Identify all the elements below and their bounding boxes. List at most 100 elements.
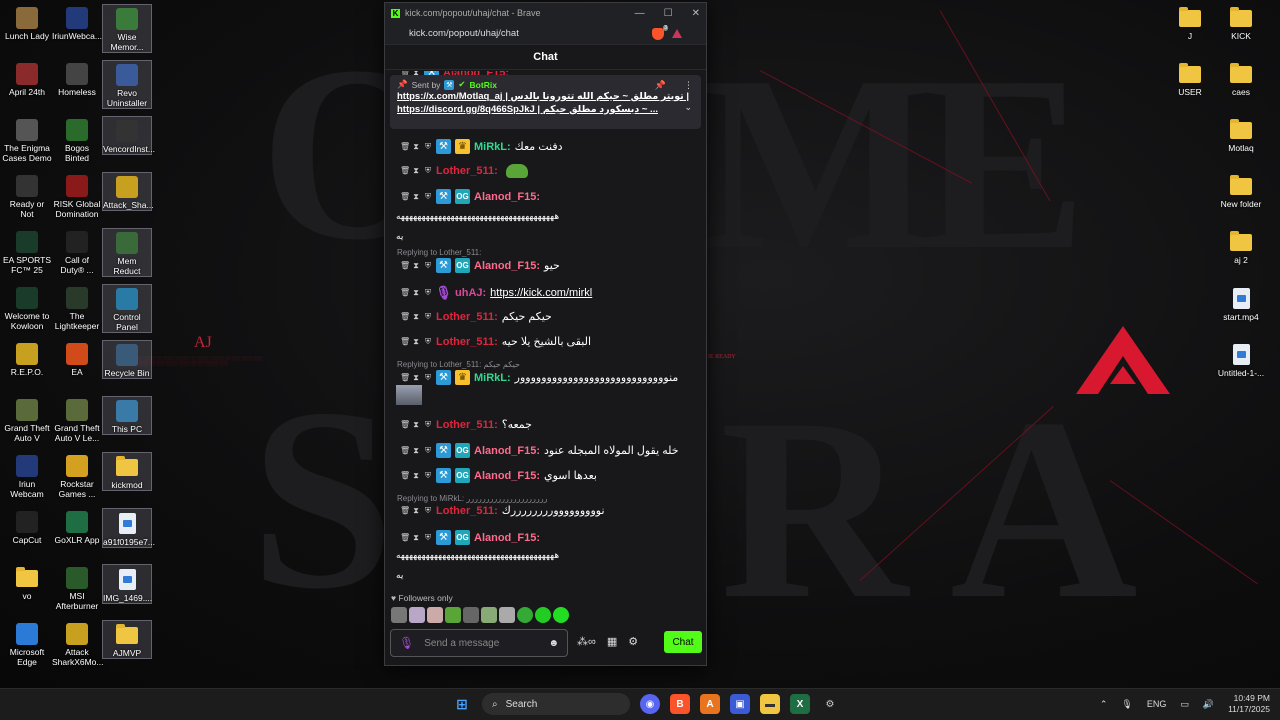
- reply-preview[interactable]: Replying to Lother_511:: [385, 247, 706, 258]
- delete-icon[interactable]: 🗑: [400, 531, 410, 545]
- delete-icon[interactable]: 🗑: [400, 371, 410, 385]
- emote[interactable]: [517, 607, 533, 623]
- brave-shields-icon[interactable]: 3: [652, 24, 668, 40]
- chat-username[interactable]: Lother_511:: [436, 310, 498, 324]
- desktop-icon[interactable]: Mem Reduct: [102, 228, 152, 277]
- desktop-icon[interactable]: April 24th: [2, 60, 52, 97]
- ban-shield-icon[interactable]: ⛨: [424, 504, 432, 518]
- ban-shield-icon[interactable]: ⛨: [424, 310, 432, 324]
- minimize-icon[interactable]: —: [635, 8, 645, 19]
- delete-icon[interactable]: 🗑: [400, 418, 410, 432]
- desktop-icon[interactable]: AJMVP: [102, 620, 152, 659]
- desktop-icon[interactable]: Call of Duty® ...: [52, 228, 102, 275]
- input-placeholder[interactable]: Send a message: [424, 638, 499, 649]
- pinned-line-2[interactable]: https://discord.gg/8q466SpJkJ | ديسكورد …: [397, 103, 694, 116]
- desktop-icon[interactable]: Microsoft Edge: [2, 620, 52, 667]
- ban-shield-icon[interactable]: ⛨: [424, 335, 432, 349]
- desktop-icon[interactable]: Attack SharkX6Mo...: [52, 620, 104, 667]
- send-chat-button[interactable]: Chat: [664, 631, 702, 653]
- desktop-icon[interactable]: IriunWebca...: [52, 4, 102, 41]
- desktop-icon[interactable]: New folder: [1216, 172, 1266, 209]
- desktop-icon[interactable]: CapCut: [2, 508, 52, 545]
- timeout-icon[interactable]: ⧗: [412, 504, 420, 518]
- timeout-icon[interactable]: ⧗: [412, 469, 420, 483]
- desktop-icon[interactable]: USER: [1165, 60, 1215, 97]
- delete-icon[interactable]: 🗑: [400, 190, 410, 204]
- desktop-icon[interactable]: aj 2: [1216, 228, 1266, 265]
- emote[interactable]: [553, 607, 569, 623]
- chat-username[interactable]: Lother_511:: [436, 418, 498, 432]
- address-bar[interactable]: kick.com/popout/uhaj/chat 3: [385, 23, 706, 45]
- ban-shield-icon[interactable]: ⛨: [424, 444, 432, 458]
- chat-message-text[interactable]: https://kick.com/mirkl: [490, 286, 592, 300]
- desktop-icon[interactable]: J: [1165, 4, 1215, 41]
- desktop-icon[interactable]: kickmod: [102, 452, 152, 491]
- discord-icon[interactable]: ◉: [640, 694, 660, 714]
- delete-icon[interactable]: 🗑: [400, 335, 410, 349]
- desktop-icon[interactable]: Untitled-1-...: [1216, 340, 1266, 378]
- close-icon[interactable]: ✕: [692, 8, 700, 19]
- url-text[interactable]: kick.com/popout/uhaj/chat: [409, 28, 519, 39]
- message-input[interactable]: 🎙 Send a message ☻: [390, 629, 568, 657]
- desktop-icon[interactable]: vo: [2, 564, 52, 601]
- desktop-icon[interactable]: Homeless: [52, 60, 102, 97]
- unpin-icon[interactable]: 📌: [655, 80, 666, 91]
- store-icon[interactable]: ▦: [607, 635, 617, 648]
- desktop-icon[interactable]: Grand Theft Auto V: [2, 396, 52, 443]
- desktop-icon[interactable]: Welcome to Kowloon: [2, 284, 52, 331]
- settings-gear-icon[interactable]: ⚙: [628, 635, 638, 648]
- reply-preview[interactable]: Replying to MiRkL: ررررررررررررررررررررر: [385, 493, 706, 504]
- microphone-tray-icon[interactable]: 🎙: [1121, 699, 1132, 710]
- desktop-icon[interactable]: Attack_Sha...: [102, 172, 154, 211]
- reply-preview[interactable]: Replying to Lother_511: حيكم حيكم: [385, 359, 706, 370]
- timeout-icon[interactable]: ⧗: [412, 259, 420, 273]
- emote[interactable]: [409, 607, 425, 623]
- desktop-icon[interactable]: Wise Memor...: [102, 4, 152, 53]
- brave-icon[interactable]: B: [670, 694, 690, 714]
- brave-rewards-icon[interactable]: [672, 29, 682, 38]
- chat-username[interactable]: Lother_511:: [436, 335, 498, 349]
- emote[interactable]: [535, 607, 551, 623]
- delete-icon[interactable]: 🗑: [400, 164, 410, 178]
- desktop-icon[interactable]: a91f0195e7...: [102, 508, 155, 548]
- chat-username[interactable]: Alanod_F15:: [474, 469, 540, 483]
- language-indicator[interactable]: ENG: [1147, 699, 1167, 709]
- delete-icon[interactable]: 🗑: [400, 469, 410, 483]
- ban-shield-icon[interactable]: ⛨: [424, 140, 432, 154]
- desktop-icon[interactable]: R.E.P.O.: [2, 340, 52, 377]
- desktop-icon[interactable]: The Lightkeeper: [52, 284, 102, 331]
- emote[interactable]: [499, 607, 515, 623]
- desktop-icon[interactable]: The Enigma Cases Demo: [2, 116, 52, 163]
- desktop-icon[interactable]: RISK Global Domination: [52, 172, 102, 219]
- pinned-line-1[interactable]: https://x.com/Motlaq_aj | تويتر مطلق ~ ح…: [397, 90, 694, 103]
- delete-icon[interactable]: 🗑: [400, 310, 410, 324]
- chat-username[interactable]: Alanod_F15:: [474, 190, 540, 204]
- app-icon-orange[interactable]: A: [700, 694, 720, 714]
- settings-app-icon[interactable]: ⚙: [820, 694, 840, 714]
- desktop-icon[interactable]: MSI Afterburner: [52, 564, 102, 611]
- delete-icon[interactable]: 🗑: [400, 259, 410, 273]
- delete-icon[interactable]: 🗑: [400, 140, 410, 154]
- chevron-up-icon[interactable]: ⌃: [1100, 699, 1108, 710]
- timeout-icon[interactable]: ⧗: [412, 335, 420, 349]
- windows-start-icon[interactable]: ⊞: [452, 694, 472, 714]
- pinned-message[interactable]: 📌 Sent by ⚒ ✔ BotRix https://x.com/Motla…: [390, 75, 701, 129]
- timeout-icon[interactable]: ⧗: [412, 286, 420, 300]
- desktop-icon[interactable]: Bogos Binted: [52, 116, 102, 163]
- ban-shield-icon[interactable]: ⛨: [424, 371, 432, 385]
- chat-username[interactable]: MiRkL:: [474, 371, 511, 385]
- taskbar-search[interactable]: ⌕ Search: [482, 693, 630, 715]
- chat-username[interactable]: Alanod_F15:: [474, 259, 540, 273]
- delete-icon[interactable]: 🗑: [400, 286, 410, 300]
- timeout-icon[interactable]: ⧗: [412, 418, 420, 432]
- desktop-icon[interactable]: GoXLR App: [52, 508, 102, 545]
- chat-username[interactable]: uhAJ:: [455, 286, 486, 300]
- network-icon[interactable]: ▭: [1180, 699, 1189, 710]
- timeout-icon[interactable]: ⧗: [412, 190, 420, 204]
- desktop-icon[interactable]: Revo Uninstaller: [102, 60, 152, 109]
- goxlr-icon[interactable]: X: [790, 694, 810, 714]
- timeout-icon[interactable]: ⧗: [412, 140, 420, 154]
- desktop-icon[interactable]: KICK: [1216, 4, 1266, 41]
- ban-shield-icon[interactable]: ⛨: [424, 418, 432, 432]
- ban-shield-icon[interactable]: ⛨: [424, 259, 432, 273]
